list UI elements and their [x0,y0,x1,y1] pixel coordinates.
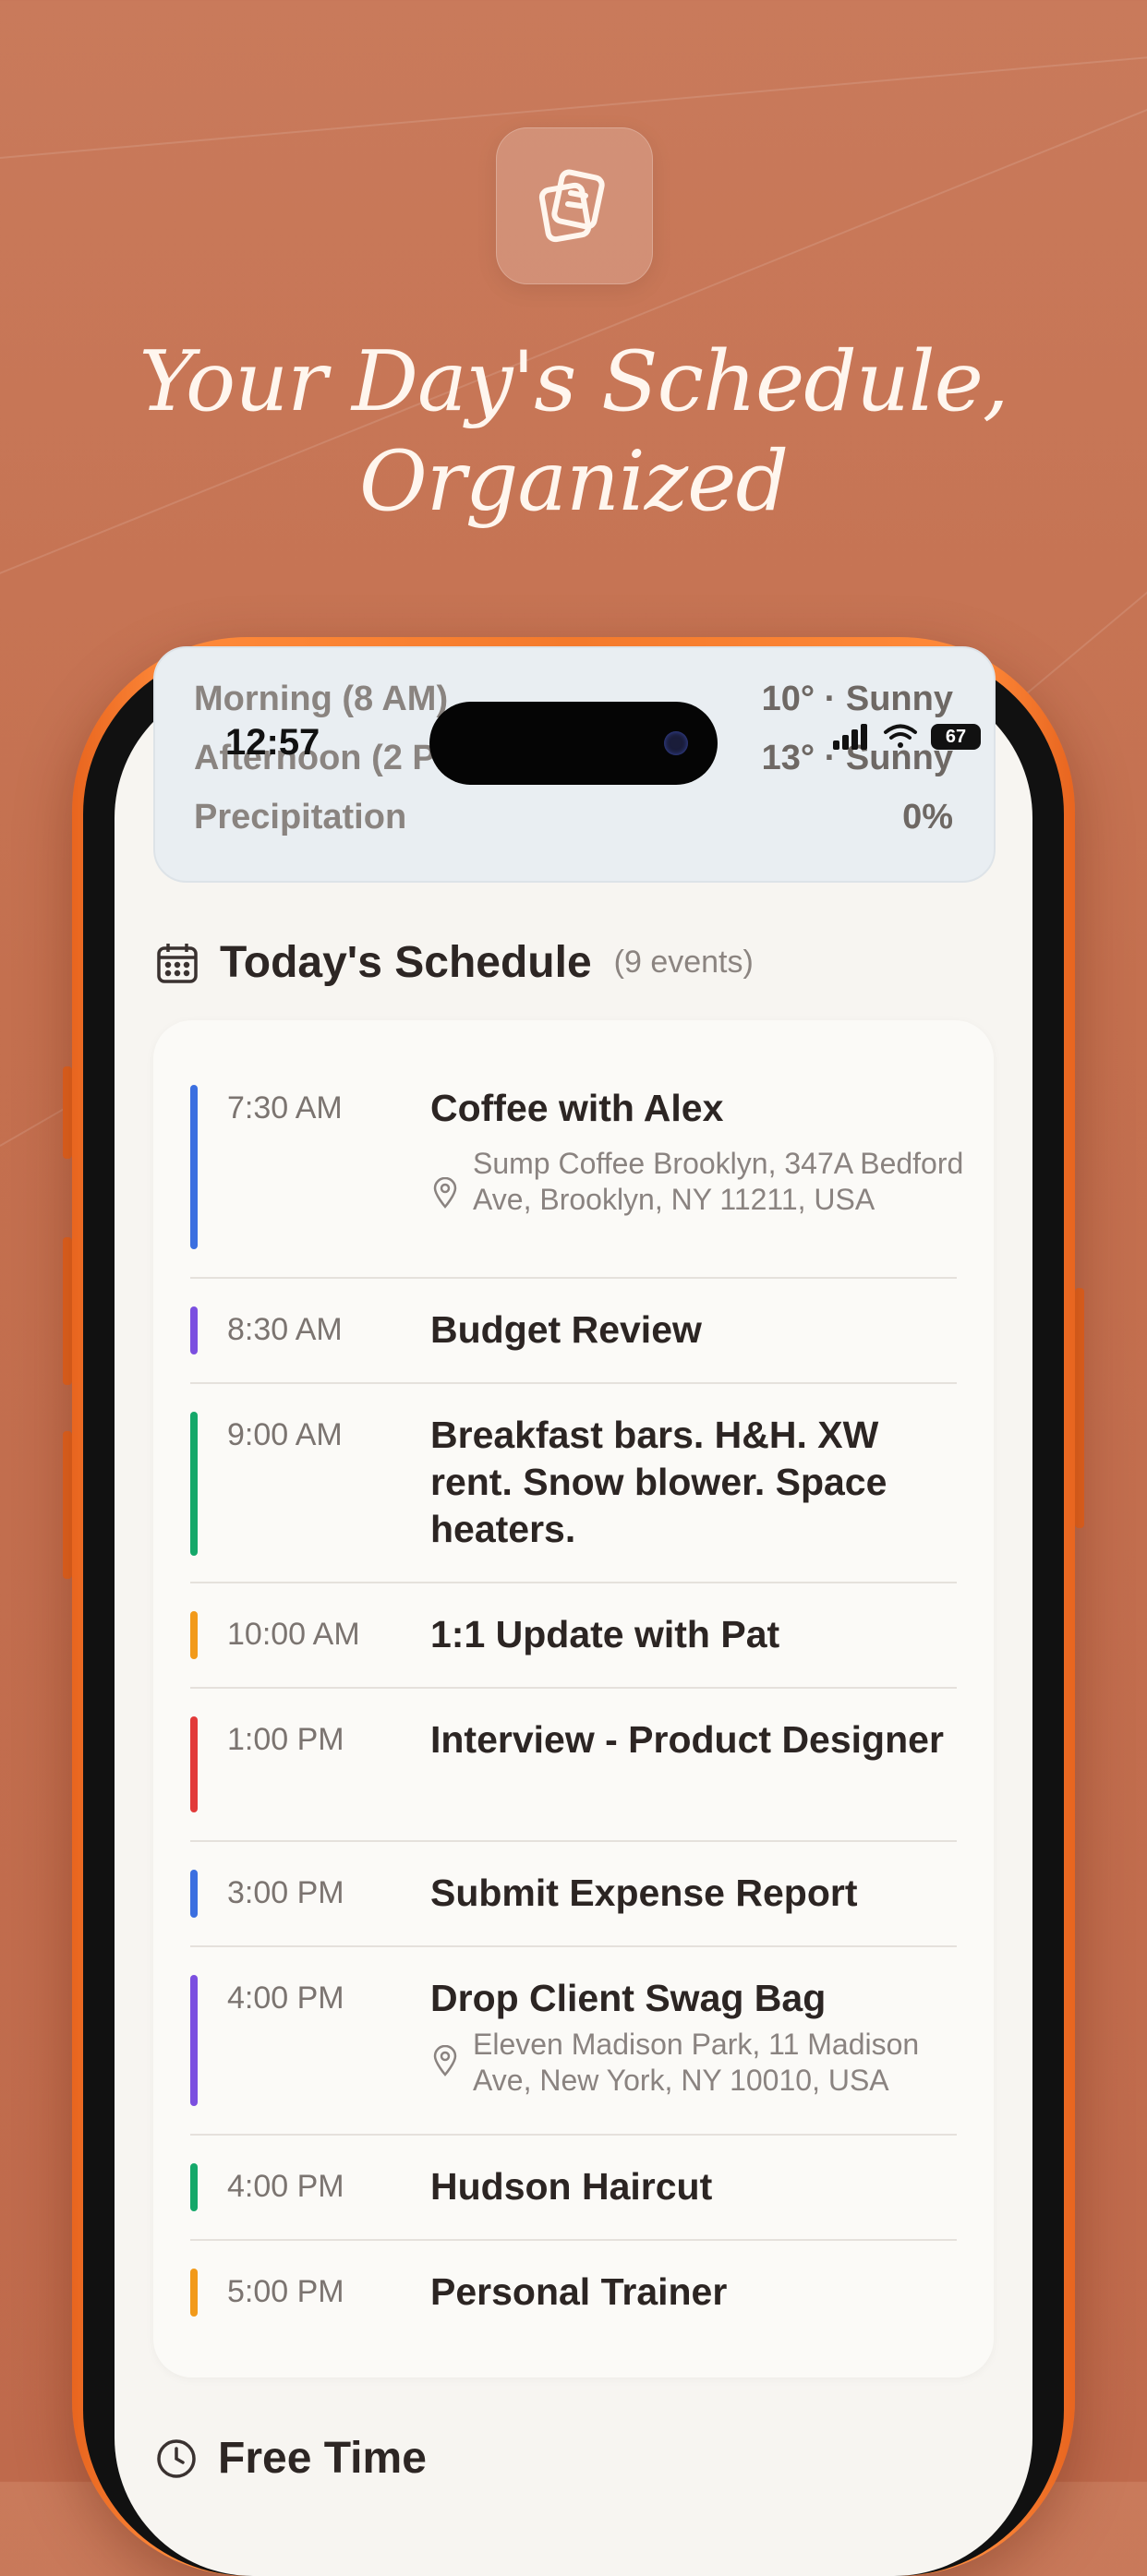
phone-power-button [1075,1288,1084,1528]
event-color-bar [190,1306,198,1354]
divider [190,1582,957,1583]
event-title: Coffee with Alex [430,1087,724,1129]
event-row[interactable]: 8:30 AM Budget Review [190,1306,957,1362]
event-count: (9 events) [613,945,754,980]
weather-row-precipitation: Precipitation 0% [194,798,953,837]
event-color-bar [190,1085,198,1249]
event-time: 9:00 AM [227,1417,343,1452]
event-time: 1:00 PM [227,1722,344,1757]
divider [190,1382,957,1384]
divider [190,1945,957,1947]
event-title: Breakfast bars. H&H. XW rent. Snow blowe… [430,1414,887,1550]
event-location: Eleven Madison Park, 11 Madison Ave, New… [473,2028,920,2097]
event-color-bar [190,1975,198,2106]
event-title: Drop Client Swag Bag [430,1977,827,2019]
event-row[interactable]: 9:00 AM Breakfast bars. H&H. XW rent. Sn… [190,1412,957,1559]
event-color-bar [190,1412,198,1556]
event-row[interactable]: 1:00 PM Interview - Product Designer [190,1716,957,1818]
event-row[interactable]: 10:00 AM 1:1 Update with Pat [190,1611,957,1667]
hero-title-line-2: Organized [358,433,789,530]
event-title: Submit Expense Report [430,1872,858,1914]
hero-title: Your Day's Schedule, Organized [0,332,1147,532]
weather-value: 10° · Sunny [761,680,953,718]
hero-title-line-1: Your Day's Schedule, [139,333,1008,430]
divider [190,1840,957,1842]
event-color-bar [190,1611,198,1659]
clock-icon [157,2438,196,2478]
event-title: 1:1 Update with Pat [430,1613,780,1655]
event-row[interactable]: 3:00 PM Submit Expense Report [190,1870,957,1925]
event-color-bar [190,2163,198,2211]
phone-action-button [63,1066,72,1159]
calendar-icon [157,943,198,983]
divider [190,1687,957,1689]
schedule-section-header: Today's Schedule (9 events) [155,937,754,988]
event-title: Budget Review [430,1308,702,1351]
battery-icon: 67 [931,724,981,750]
battery-level: 67 [945,726,967,747]
event-title: Interview - Product Designer [430,1718,944,1761]
event-time: 3:00 PM [227,1875,344,1910]
app-logo-badge [496,127,653,284]
divider [190,2134,957,2136]
free-time-section-header: Free Time [155,2433,427,2484]
location-pin-icon [433,2045,457,2076]
location-pin-icon [433,1177,457,1209]
event-row[interactable]: 4:00 PM Drop Client Swag Bag Eleven Madi… [190,1975,957,2106]
event-time: 7:30 AM [227,1090,343,1125]
weather-label: Precipitation [194,798,407,837]
signal-icon [833,724,867,750]
wifi-icon [884,724,917,748]
weather-label: Morning (8 AM) [194,680,449,718]
schedule-card: 7:30 AM Coffee with Alex Sump Coffee Bro… [153,1020,994,2377]
status-bar-icons: 67 [833,724,981,750]
event-row[interactable]: 4:00 PM Hudson Haircut [190,2163,957,2219]
event-color-bar [190,1716,198,1812]
event-time: 10:00 AM [227,1617,360,1652]
event-time: 4:00 PM [227,2169,344,2204]
event-color-bar [190,1870,198,1918]
front-camera [664,731,688,755]
event-location: Sump Coffee Brooklyn, 347A Bedford Ave, … [473,1147,964,1216]
event-time: 5:00 PM [227,2274,344,2309]
background-line [1015,583,1147,704]
event-title: Personal Trainer [430,2270,728,2313]
event-time: 4:00 PM [227,1980,344,2016]
dynamic-island [429,702,718,785]
free-time-title: Free Time [218,2434,427,2483]
phone-volume-up-button [63,1237,72,1385]
weather-value: 0% [902,798,953,837]
event-time: 8:30 AM [227,1312,343,1347]
divider [190,1277,957,1279]
event-row[interactable]: 5:00 PM Personal Trainer [190,2269,957,2324]
event-row[interactable]: 7:30 AM Coffee with Alex Sump Coffee Bro… [190,1085,963,1249]
event-title: Hudson Haircut [430,2165,713,2208]
notes-stack-icon [538,169,605,243]
schedule-title: Today's Schedule [220,938,592,987]
divider [190,2239,957,2241]
phone-volume-down-button [63,1431,72,1579]
event-color-bar [190,2269,198,2317]
status-bar-time: 12:57 [225,722,320,763]
